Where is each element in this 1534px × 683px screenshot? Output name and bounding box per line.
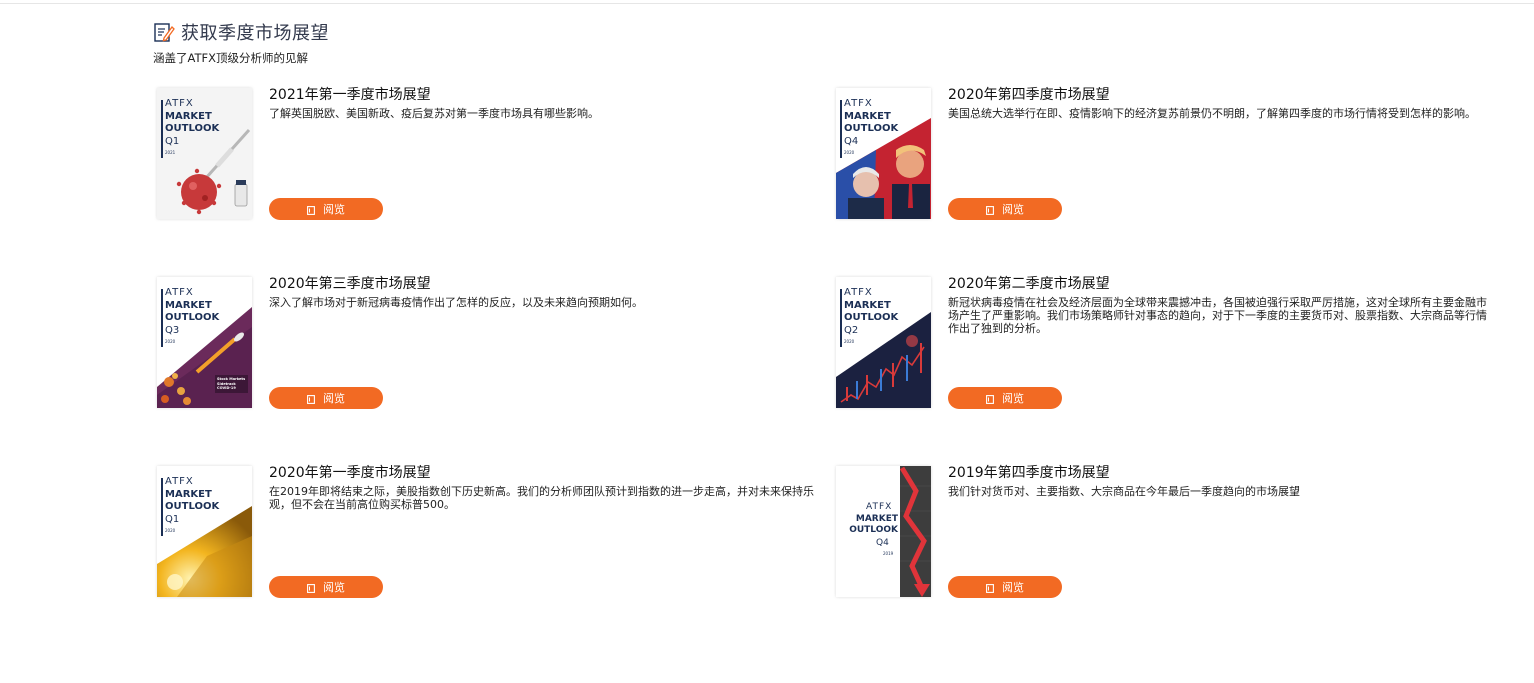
cover-image-2019-q4[interactable]: ATFX MARKET OUTLOOK Q4 2019 (836, 466, 931, 597)
card-title[interactable]: 2020年第四季度市场展望 (948, 84, 1110, 104)
read-button[interactable]: 阅览 (269, 198, 383, 220)
read-button[interactable]: 阅览 (269, 387, 383, 409)
top-divider (0, 3, 1534, 4)
section-header: 获取季度市场展望 涵盖了ATFX顶级分析师的见解 (153, 20, 329, 66)
cover-year: 2021 (165, 150, 176, 155)
card-description: 了解英国脱欧、美国新政、疫后复苏对第一季度市场具有哪些影响。 (269, 107, 599, 120)
cover-brand: ATFX (165, 287, 194, 298)
book-icon (986, 394, 994, 404)
book-icon (986, 205, 994, 215)
outlook-card: ATFX MARKET OUTLOOK Q1 2020 2020年第一季度市场展… (153, 462, 814, 598)
read-button[interactable]: 阅览 (269, 576, 383, 598)
page-subtitle: 涵盖了ATFX顶级分析师的见解 (153, 51, 308, 65)
cover-image-2021-q1[interactable]: ATFX MARKET OUTLOOK Q1 2021 (157, 88, 252, 219)
read-button[interactable]: 阅览 (948, 198, 1062, 220)
outlook-card: ATFX MARKET OUTLOOK Q4 2020 2020年第四季度市场展… (832, 84, 1492, 220)
cover-image-2020-q3[interactable]: ATFX MARKET OUTLOOK Q3 2020 Stock Market… (157, 277, 252, 408)
cover-year: 2019 (883, 551, 894, 556)
card-title[interactable]: 2020年第二季度市场展望 (948, 273, 1110, 293)
card-title[interactable]: 2019年第四季度市场展望 (948, 462, 1110, 482)
outlook-card: ATFX MARKET OUTLOOK Q3 2020 Stock Market… (153, 273, 813, 409)
cover-brand: ATFX (866, 502, 893, 512)
cover-headline: MARKET OUTLOOK (844, 111, 899, 134)
cover-image-2020-q4[interactable]: ATFX MARKET OUTLOOK Q4 2020 (836, 88, 931, 219)
read-button[interactable]: 阅览 (948, 576, 1062, 598)
cover-quarter: Q4 (876, 538, 889, 548)
page-title: 获取季度市场展望 (181, 23, 329, 44)
cover-year: 2020 (165, 339, 176, 344)
cover-quarter: Q4 (844, 136, 859, 147)
outlook-card: ATFX MARKET OUTLOOK Q4 2019 2019年第四季度市场展… (832, 462, 1492, 598)
cover-year: 2020 (844, 150, 855, 155)
cover-image-2020-q1[interactable]: ATFX MARKET OUTLOOK Q1 2020 (157, 466, 252, 597)
read-button-label: 阅览 (323, 581, 345, 594)
card-description: 在2019年即将结束之际，美股指数创下历史新高。我们的分析师团队预计到指数的进一… (269, 485, 814, 511)
cover-brand-bar (161, 289, 163, 347)
cover-headline: MARKET OUTLOOK (849, 514, 898, 535)
book-icon (307, 205, 315, 215)
cover-image-2020-q2[interactable]: ATFX MARKET OUTLOOK Q2 2020 (836, 277, 931, 408)
read-button-label: 阅览 (323, 203, 345, 216)
book-icon (307, 394, 315, 404)
read-button-label: 阅览 (1002, 392, 1024, 405)
cover-brand: ATFX (165, 98, 194, 109)
cover-headline: MARKET OUTLOOK (165, 489, 220, 512)
outlook-card: ATFX MARKET OUTLOOK Q1 2021 2021年第一季度市场展… (153, 84, 813, 220)
outlook-card: ATFX MARKET OUTLOOK Q2 2020 2020年第二季度市场展… (832, 273, 1492, 409)
cover-brand-bar (161, 478, 163, 536)
read-button-label: 阅览 (1002, 581, 1024, 594)
cover-quarter: Q3 (165, 325, 180, 336)
cover-brand-bar (161, 100, 163, 158)
cover-brand: ATFX (844, 287, 873, 298)
read-button-label: 阅览 (323, 392, 345, 405)
book-icon (307, 583, 315, 593)
read-button-label: 阅览 (1002, 203, 1024, 216)
card-title[interactable]: 2020年第一季度市场展望 (269, 462, 431, 482)
cover-headline: MARKET OUTLOOK (844, 300, 899, 323)
cover-quarter: Q1 (165, 136, 180, 147)
cover-quarter: Q1 (165, 514, 180, 525)
cover-brand: ATFX (844, 98, 873, 109)
cover-quarter: Q2 (844, 325, 859, 336)
card-description: 我们针对货币对、主要指数、大宗商品在今年最后一季度趋向的市场展望 (948, 485, 1300, 498)
card-description: 新冠状病毒疫情在社会及经济层面为全球带来震撼冲击，各国被迫强行采取严厉措施，这对… (948, 296, 1487, 335)
card-title[interactable]: 2020年第三季度市场展望 (269, 273, 431, 293)
read-button[interactable]: 阅览 (948, 387, 1062, 409)
card-title[interactable]: 2021年第一季度市场展望 (269, 84, 431, 104)
card-description: 美国总统大选举行在即、疫情影响下的经济复苏前景仍不明朗，了解第四季度的市场行情将… (948, 107, 1476, 120)
cover-brand-bar (840, 100, 842, 158)
cover-headline: MARKET OUTLOOK (165, 111, 220, 134)
cover-headline: MARKET OUTLOOK (165, 300, 220, 323)
cover-tagline: Stock Markets Sidetrack COVID-19 (217, 377, 246, 390)
edit-document-icon (153, 21, 175, 43)
cover-year: 2020 (165, 528, 176, 533)
title-row: 获取季度市场展望 (153, 20, 329, 44)
card-description: 深入了解市场对于新冠病毒疫情作出了怎样的反应，以及未来趋向预期如何。 (269, 296, 643, 309)
cover-year: 2020 (844, 339, 855, 344)
book-icon (986, 583, 994, 593)
cover-brand-bar (840, 289, 842, 347)
cover-brand: ATFX (165, 476, 194, 487)
